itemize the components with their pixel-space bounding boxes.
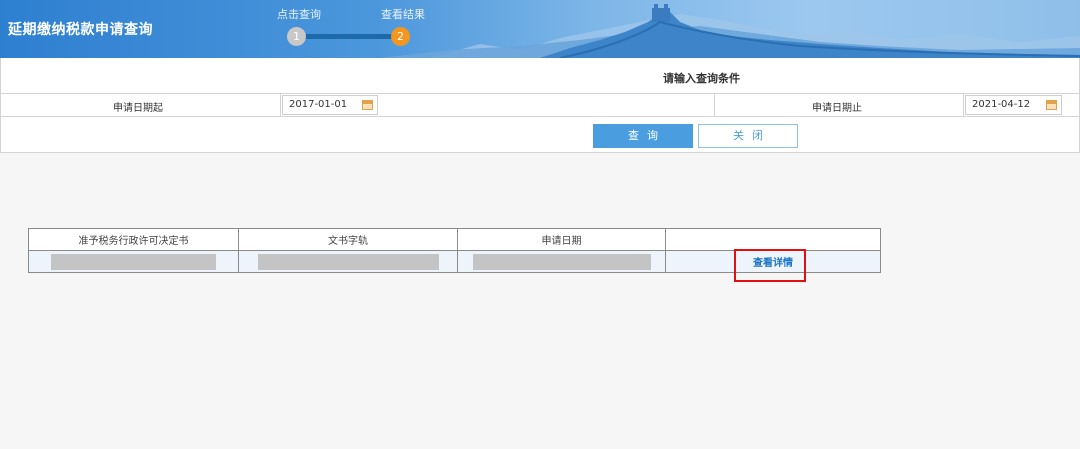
query-button[interactable]: 查询 [593,124,693,148]
highlight-box [734,249,806,282]
app-title: 延期缴纳税款申请查询 [8,22,153,38]
step-2-indicator: 2 [391,27,410,46]
end-date-label: 申请日期止 [812,103,862,114]
table-header-row: 准予税务行政许可决定书 文书字轨 申请日期 [28,228,881,251]
step-1-indicator: 1 [287,27,306,46]
close-button[interactable]: 关闭 [698,124,798,148]
query-panel: 请输入查询条件 申请日期起 2017-01-01 申请日期止 2021-04-1… [0,58,1080,153]
column-header-application-date: 申请日期 [457,228,666,251]
redacted-value [257,253,439,270]
query-conditions-header: 请输入查询条件 [1,58,1079,94]
cell-application-date [457,250,666,273]
redacted-value [51,253,216,270]
start-date-input[interactable]: 2017-01-01 [282,95,378,115]
step-progress-track [297,34,401,39]
step-1-label: 点击查询 [277,8,321,21]
query-conditions-title: 请输入查询条件 [663,72,740,85]
date-range-row: 申请日期起 2017-01-01 申请日期止 2021-04-12 [1,94,1079,117]
redacted-value [472,253,651,270]
start-date-label: 申请日期起 [113,103,163,114]
great-wall-illustration [380,4,1080,58]
end-date-value: 2021-04-12 [972,99,1031,110]
header-banner: 延期缴纳税款申请查询 点击查询 查看结果 1 2 [0,0,1080,58]
column-header-actions [665,228,881,251]
step-2-label: 查看结果 [381,8,425,21]
column-header-decision-document: 准予税务行政许可决定书 [28,228,239,251]
cell-document-number [238,250,458,273]
column-header-document-number: 文书字轨 [238,228,458,251]
calendar-icon[interactable] [1046,100,1057,110]
cell-decision-document [28,250,239,273]
end-date-input[interactable]: 2021-04-12 [965,95,1062,115]
calendar-icon[interactable] [362,100,373,110]
start-date-value: 2017-01-01 [289,99,348,110]
